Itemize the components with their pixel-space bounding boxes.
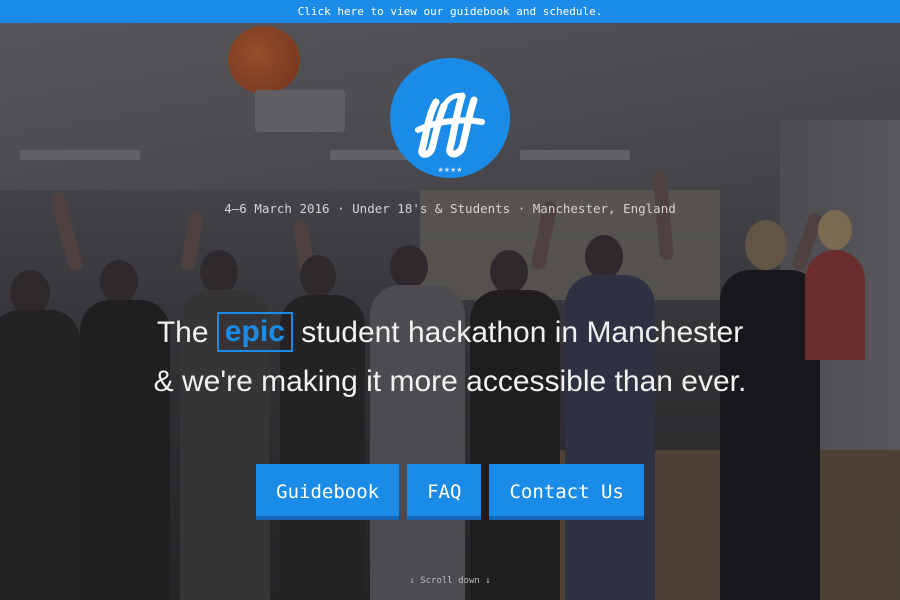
guidebook-button[interactable]: Guidebook	[256, 464, 400, 520]
hackathon-h-logo-icon: ★★★★	[415, 92, 485, 174]
event-details: 4–6 March 2016 · Under 18's & Students ·…	[224, 201, 676, 216]
headline-line-1-rest: student hackathon in Manchester	[301, 316, 744, 349]
headline-prefix: The	[156, 316, 209, 349]
action-buttons: Guidebook FAQ Contact Us	[0, 464, 900, 520]
faq-button[interactable]: FAQ	[407, 464, 482, 520]
guidebook-link[interactable]: here	[337, 5, 364, 18]
headline-line-1: The epic student hackathon in Manchester	[0, 308, 900, 357]
top-banner: Click here to view our guidebook and sch…	[0, 0, 900, 23]
hackathon-logo[interactable]: ★★★★	[390, 58, 510, 178]
headline: The epic student hackathon in Manchester…	[0, 308, 900, 406]
banner-text: to view our guidebook and schedule.	[370, 5, 603, 18]
headline-line-2: & we're making it more accessible than e…	[153, 365, 747, 398]
epic-highlight: epic	[216, 312, 293, 352]
contact-us-button[interactable]: Contact Us	[489, 464, 644, 520]
banner-click-text: Click	[297, 5, 331, 18]
logo-stars: ★★★★	[437, 166, 462, 174]
scroll-down-hint[interactable]: ↓ Scroll down ↓	[0, 576, 900, 586]
